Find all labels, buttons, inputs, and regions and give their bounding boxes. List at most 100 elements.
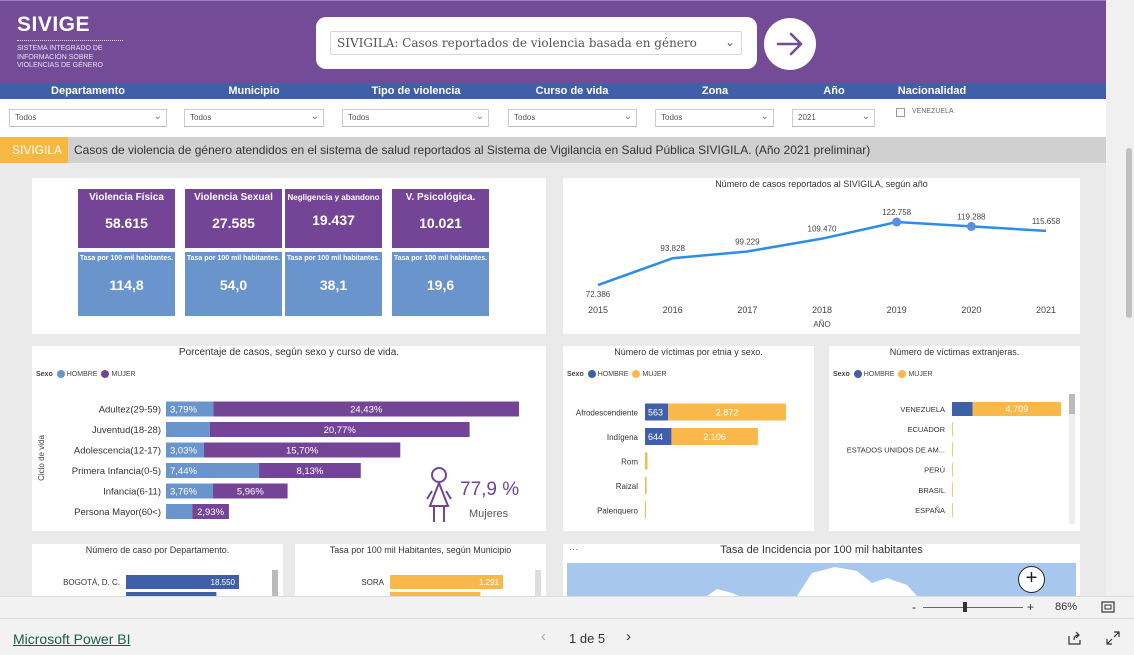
municipio-chart: SORA 1.291 bbox=[361, 575, 503, 596]
report-select[interactable]: SIVIGILA: Casos reportados de violencia … bbox=[330, 31, 742, 55]
municipio-dropdown[interactable]: Todos ⌄ bbox=[184, 109, 324, 127]
data-label: 18.550 bbox=[211, 578, 236, 587]
page-scrollbar-thumb[interactable] bbox=[1126, 148, 1132, 318]
y-tick-label: Afrodescendiente bbox=[576, 409, 639, 418]
dropdown-value: Todos bbox=[514, 113, 536, 122]
ano-dropdown[interactable]: 2021 ⌄ bbox=[792, 109, 875, 127]
rate-label: Tasa por 100 mil habitantes. bbox=[286, 255, 381, 262]
footer: Microsoft Power BI ‹ 1 de 5 › bbox=[0, 618, 1134, 655]
dropdown-value: 2021 bbox=[798, 113, 816, 122]
dropdown-value: Todos bbox=[661, 113, 683, 122]
zoom-slider-thumb[interactable] bbox=[963, 602, 967, 612]
next-page-icon[interactable]: › bbox=[626, 628, 631, 645]
departamento-panel: Número de caso por Departamento. BOGOTÁ,… bbox=[32, 544, 283, 596]
rate-label: Tasa por 100 mil habitantes. bbox=[79, 255, 174, 262]
y-tick-label: Infancia(6-11) bbox=[103, 487, 161, 498]
share-icon[interactable] bbox=[1067, 631, 1082, 645]
chevron-down-icon: ⌄ bbox=[153, 111, 162, 122]
x-tick-label: 2020 bbox=[961, 305, 981, 315]
rate-card-fisica: Tasa por 100 mil habitantes. 114,8 bbox=[78, 252, 175, 316]
bar-mujer bbox=[952, 422, 953, 437]
map-title: Tasa de Incidencia por 100 mil habitante… bbox=[720, 544, 923, 556]
filter-label-municipio: Municipio bbox=[228, 85, 280, 97]
data-label: 20,77% bbox=[324, 425, 357, 436]
kpi-card-psicologica[interactable]: V. Psicológica. 10.021 bbox=[392, 189, 489, 248]
data-label: 15,70% bbox=[286, 446, 319, 457]
rate-label: Tasa por 100 mil habitantes. bbox=[186, 255, 281, 262]
kpi-value: 27.585 bbox=[212, 215, 255, 231]
power-bi-link[interactable]: Microsoft Power BI bbox=[13, 631, 130, 647]
data-label: 3,79% bbox=[170, 405, 197, 416]
data-label: 72.386 bbox=[586, 290, 611, 299]
data-label: 24,43% bbox=[350, 405, 383, 416]
bar-mujer bbox=[952, 503, 953, 517]
zoom-bar: - + 86% bbox=[0, 596, 1134, 618]
data-label: 2.872 bbox=[716, 408, 739, 418]
rate-value: 114,8 bbox=[109, 277, 144, 293]
fit-to-page-icon[interactable] bbox=[1101, 601, 1115, 613]
chevron-down-icon: ⌄ bbox=[623, 111, 632, 122]
rate-label: Tasa por 100 mil habitantes. bbox=[393, 255, 488, 262]
y-tick-label: SORA bbox=[361, 578, 384, 587]
venezuela-checkbox[interactable] bbox=[896, 108, 905, 117]
scrollbar[interactable] bbox=[1069, 394, 1075, 524]
x-axis-label: AÑO bbox=[813, 320, 830, 329]
map-canvas[interactable] bbox=[567, 563, 1076, 596]
y-tick-label: Juventud(18-28) bbox=[92, 425, 161, 436]
y-tick-label: BOGOTÁ, D. C. bbox=[63, 578, 120, 587]
y-tick-label: BRASIL bbox=[918, 486, 945, 495]
dropdown-value: Todos bbox=[15, 113, 37, 122]
banner-text: Casos de violencia de género atendidos e… bbox=[74, 143, 871, 157]
dropdown-value: Todos bbox=[190, 113, 212, 122]
dropdown-value: Todos bbox=[348, 113, 370, 122]
chevron-down-icon: ⌄ bbox=[760, 111, 769, 122]
bar-mujer bbox=[952, 482, 953, 497]
y-tick-label: Persona Mayor(60<) bbox=[74, 507, 161, 518]
kpi-card-negligencia[interactable]: Negligencia y abandono 19.437 bbox=[285, 189, 382, 248]
prev-page-icon[interactable]: ‹ bbox=[541, 628, 546, 645]
data-label: 3,76% bbox=[170, 487, 197, 498]
chevron-down-icon: ⌄ bbox=[310, 111, 319, 122]
y-tick-label: Adolescencia(12-17) bbox=[74, 446, 161, 457]
curso-vida-dropdown[interactable]: Todos ⌄ bbox=[508, 109, 637, 127]
chevron-down-icon: ⌄ bbox=[475, 111, 484, 122]
zoom-in-button[interactable]: + bbox=[1018, 566, 1045, 593]
data-label: 115.658 bbox=[1032, 217, 1061, 226]
departamento-chart: BOGOTÁ, D. C. 18.550 bbox=[63, 575, 239, 596]
fullscreen-icon[interactable] bbox=[1106, 631, 1120, 645]
zoom-in-button[interactable]: + bbox=[1027, 600, 1034, 614]
logo-title: SIVIGE bbox=[17, 13, 91, 36]
page-indicator: 1 de 5 bbox=[569, 631, 606, 646]
data-label: 119.288 bbox=[957, 212, 986, 221]
zona-dropdown[interactable]: Todos ⌄ bbox=[655, 109, 774, 127]
zoom-slider-track[interactable] bbox=[923, 607, 1023, 608]
rate-value: 38,1 bbox=[319, 277, 348, 293]
data-label: 3,03% bbox=[170, 446, 197, 457]
kpi-panel: Violencia Física 58.615 Violencia Sexual 2… bbox=[32, 178, 546, 334]
chevron-down-icon: ⌄ bbox=[724, 35, 735, 49]
data-label: 563 bbox=[648, 408, 663, 418]
info-banner: SIVIGILA Casos de violencia de género at… bbox=[0, 137, 1106, 163]
bar-mujer bbox=[645, 501, 646, 519]
scrollbar-thumb[interactable] bbox=[1069, 394, 1075, 414]
y-tick-label: Indígena bbox=[607, 433, 639, 442]
extranjeras-chart: VENEZUELA 4.709 ECUADOR ESTADOS UNIDOS DE A… bbox=[847, 402, 1061, 517]
departamento-dropdown[interactable]: Todos ⌄ bbox=[9, 109, 167, 127]
zoom-out-button[interactable]: - bbox=[912, 600, 916, 614]
data-point bbox=[966, 221, 976, 231]
scrollbar[interactable] bbox=[535, 570, 541, 596]
bar-mujer bbox=[645, 477, 647, 494]
kpi-card-fisica[interactable]: Violencia Física 58.615 bbox=[78, 189, 175, 248]
bar-mujer bbox=[952, 462, 953, 477]
sexo-curso-panel: Porcentaje de casos, según sexo y curso … bbox=[32, 346, 546, 531]
arrow-right-icon bbox=[776, 32, 803, 56]
tipo-violencia-dropdown[interactable]: Todos ⌄ bbox=[342, 109, 489, 127]
data-label: 644 bbox=[648, 432, 663, 442]
bar-hombre bbox=[166, 504, 193, 519]
scrollbar-thumb[interactable] bbox=[272, 570, 278, 596]
data-label: 5,96% bbox=[237, 487, 264, 498]
rate-card-negligencia: Tasa por 100 mil habitantes. 38,1 bbox=[285, 252, 382, 316]
y-tick-label: Rom bbox=[621, 458, 638, 467]
go-button[interactable] bbox=[764, 18, 816, 70]
kpi-card-sexual[interactable]: Violencia Sexual 27.585 bbox=[185, 189, 282, 248]
